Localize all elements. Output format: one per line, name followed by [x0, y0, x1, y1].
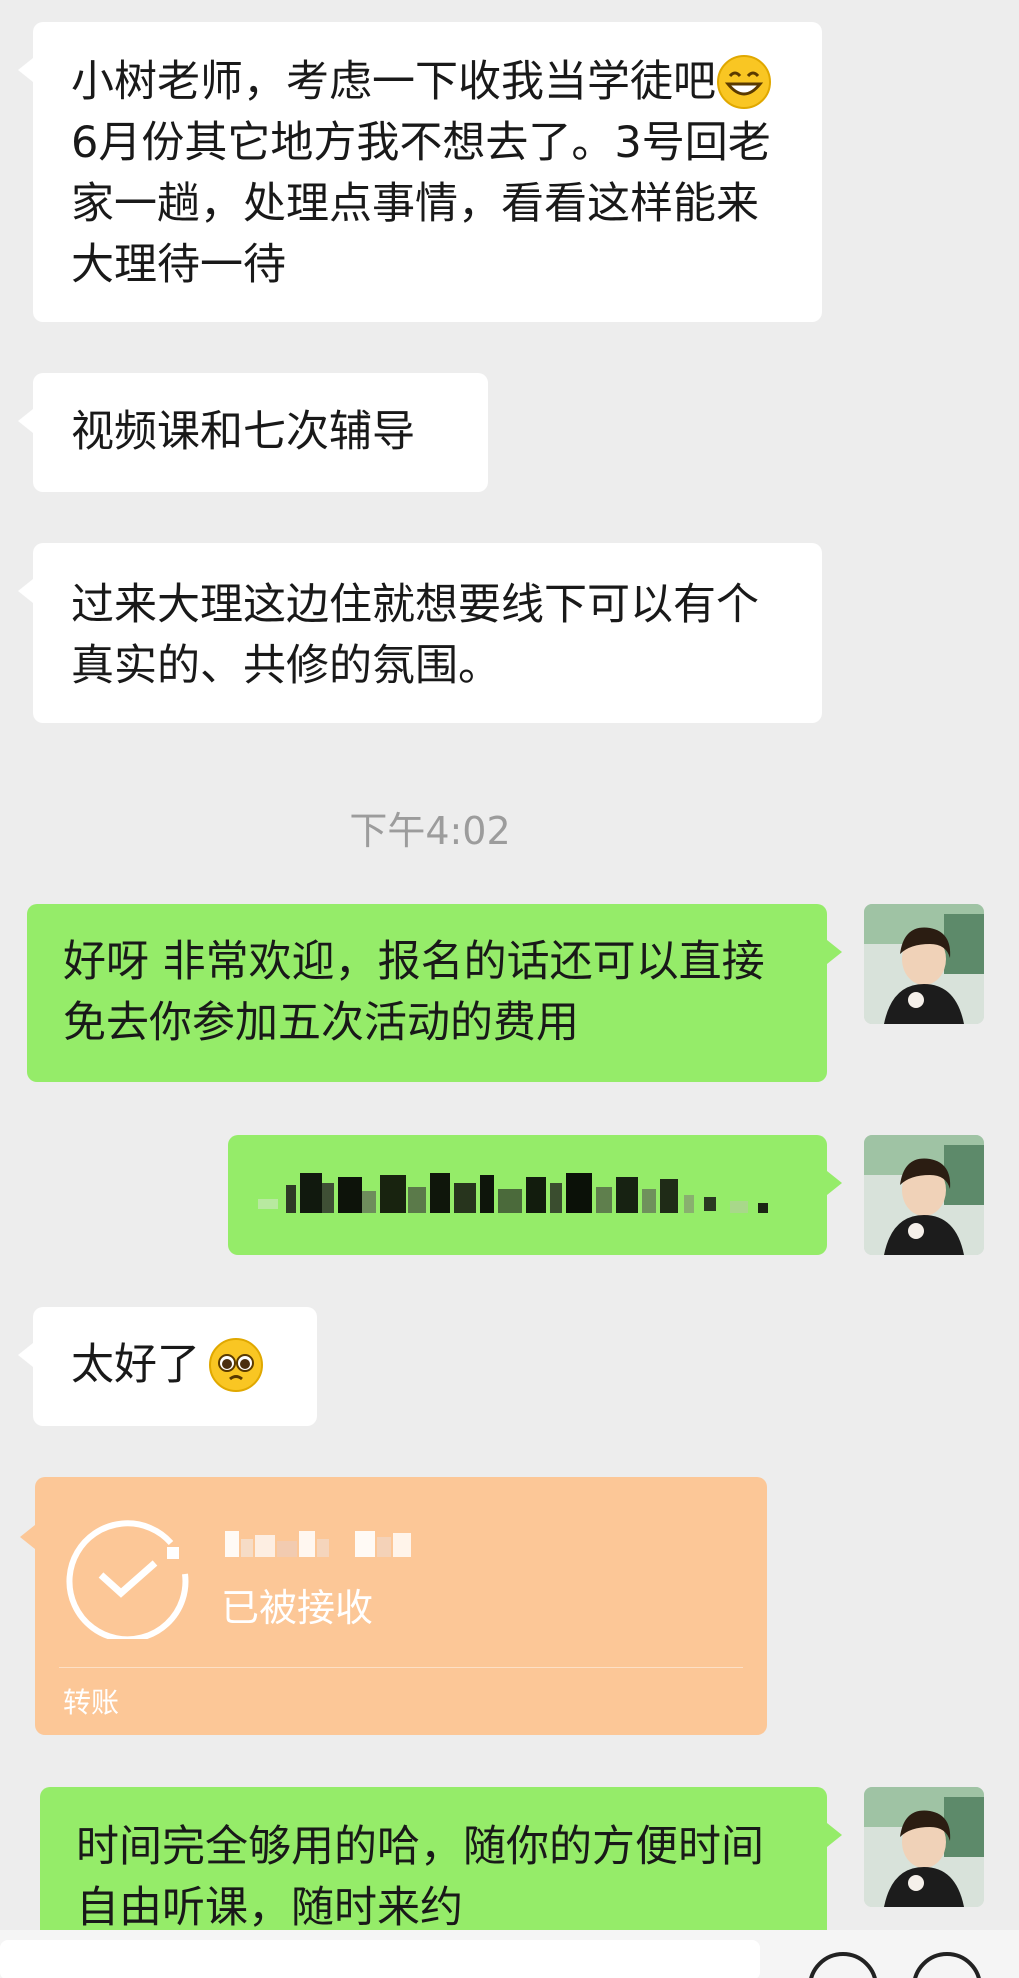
grinning-face-emoji: [717, 54, 771, 109]
avatar[interactable]: [864, 1135, 984, 1255]
check-circle-icon: [66, 1520, 189, 1639]
message-bubble-incoming[interactable]: 太好了: [18, 1307, 317, 1426]
message-text: 小树老师，考虑一下收我当学徒吧: [71, 57, 716, 107]
message-bubble-outgoing[interactable]: 好呀 非常欢迎，报名的话还可以直接免去你参加五次活动的费用: [27, 904, 842, 1082]
avatar[interactable]: [864, 904, 984, 1024]
message-bubble-incoming[interactable]: 过来大理这边住就想要线下可以有个真实的、共修的氛围。: [18, 543, 822, 723]
avatar-photo: [864, 1135, 984, 1255]
message-text: 视频课和七次辅导: [71, 407, 415, 457]
emoji-button-icon[interactable]: [808, 1952, 878, 1978]
message-text: 时间完全够用的哈，随你的方便时间 自由听课，随时来约: [76, 1822, 764, 1933]
message-bubble-outgoing[interactable]: 时间完全够用的哈，随你的方便时间 自由听课，随时来约: [40, 1787, 842, 1947]
avatar-photo: [864, 1787, 984, 1907]
add-button-icon[interactable]: [912, 1952, 982, 1978]
transfer-label: 转账: [63, 1686, 120, 1719]
redacted-amount: [225, 1531, 411, 1557]
transfer-card[interactable]: 已被接收 转账: [20, 1477, 767, 1735]
message-text-cont: 6月份其它地方我不想去了。3号回老家一趟，处理点事情，看看这样能来大理待一待: [71, 118, 771, 290]
message-text: 过来大理这边住就想要线下可以有个真实的、共修的氛围。: [71, 580, 759, 691]
avatar[interactable]: [864, 1787, 984, 1907]
redacted-text: [258, 1173, 768, 1213]
pleading-face-emoji: [209, 1337, 263, 1392]
chat-view: 小树老师，考虑一下收我当学徒吧 6月份其它地方我不想去了。3号回老家一趟，处理点…: [0, 0, 1019, 1947]
message-text: 太好了: [71, 1340, 200, 1390]
transfer-status: 已被接收: [221, 1586, 374, 1630]
message-bubble-incoming[interactable]: 视频课和七次辅导: [18, 373, 488, 492]
avatar-photo: [864, 904, 984, 1024]
transfer-divider: [59, 1667, 743, 1668]
message-text: 好呀 非常欢迎，报名的话还可以直接免去你参加五次活动的费用: [63, 937, 765, 1048]
input-bar: [0, 1930, 1019, 1978]
message-input[interactable]: [0, 1940, 760, 1978]
message-bubble-outgoing-redacted[interactable]: [228, 1135, 842, 1255]
timestamp: 下午4:02: [349, 809, 511, 853]
message-bubble-incoming[interactable]: 小树老师，考虑一下收我当学徒吧 6月份其它地方我不想去了。3号回老家一趟，处理点…: [18, 22, 822, 322]
